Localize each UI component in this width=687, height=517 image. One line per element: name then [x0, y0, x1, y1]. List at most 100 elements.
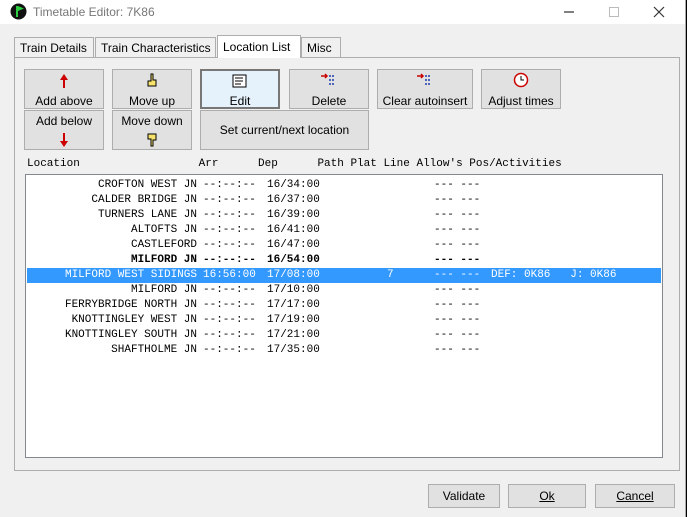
app-icon	[10, 3, 27, 20]
cell-arr: --:--:--	[203, 284, 256, 296]
hand-up-icon	[147, 73, 157, 87]
tab-misc[interactable]: Misc	[301, 37, 341, 57]
cell-arr: --:--:--	[203, 254, 256, 266]
clock-icon	[513, 72, 529, 88]
cell-loc: SHAFTHOLME JN	[111, 344, 197, 356]
cell-allow: --- ---	[434, 284, 481, 296]
maximize-button[interactable]	[591, 0, 636, 24]
cell-act: DEF: 0K86 J: 0K86	[491, 269, 617, 281]
adjust-times-button[interactable]: Adjust times	[481, 69, 561, 109]
list-item[interactable]: MILFORD JN --:--:-- 16/54:00 --- ---	[27, 253, 661, 268]
move-up-button[interactable]: Move up	[112, 69, 192, 109]
add-above-button[interactable]: Add above	[24, 69, 104, 109]
cell-allow: --- ---	[434, 329, 481, 341]
cell-loc: KNOTTINGLEY WEST JN	[71, 314, 197, 326]
move-down-label: Move down	[121, 114, 183, 128]
cell-dep: 16/47:00	[267, 239, 320, 251]
list-item[interactable]: MILFORD WEST SIDINGS 16:56:00 17/08:00 7 ---…	[27, 268, 661, 283]
cell-loc: FERRYBRIDGE NORTH JN	[64, 299, 197, 311]
minimize-button[interactable]	[546, 0, 591, 24]
cell-loc: CASTLEFORD	[130, 239, 197, 251]
tab-train-details[interactable]: Train Details	[14, 37, 94, 57]
cell-dep: 16/34:00	[267, 179, 320, 191]
adjust-times-label: Adjust times	[488, 94, 554, 108]
cell-loc: KNOTTINGLEY SOUTH JN	[64, 329, 197, 341]
arrow-up-icon	[60, 74, 68, 88]
minimize-icon	[563, 11, 574, 13]
list-item[interactable]: TURNERS LANE JN --:--:-- 16/39:00 --- ---	[27, 208, 661, 223]
list-item[interactable]: KNOTTINGLEY SOUTH JN --:--:-- 17/21:00 --- …	[27, 328, 661, 343]
cell-allow: --- ---	[434, 194, 481, 206]
tab-label: Train Details	[20, 41, 87, 55]
cell-dep: 16/41:00	[267, 224, 320, 236]
cell-loc: ALTOFTS JN	[130, 224, 197, 236]
cell-dep: 17/08:00	[267, 269, 320, 281]
maximize-icon	[608, 7, 619, 17]
cell-allow: --- ---	[434, 344, 481, 356]
add-below-label: Add below	[35, 114, 93, 128]
cell-allow: --- ---	[434, 314, 481, 326]
tab-label: Misc	[307, 41, 332, 55]
tab-location-list[interactable]: Location List	[217, 35, 301, 58]
cell-arr: --:--:--	[203, 329, 256, 341]
cell-loc: TURNERS LANE JN	[97, 209, 197, 221]
cell-allow: --- ---	[434, 269, 481, 281]
ok-label: Ok	[539, 489, 555, 503]
cell-allow: --- ---	[434, 239, 481, 251]
delete-label: Delete	[311, 94, 347, 108]
cell-dep: 16/54:00	[267, 254, 320, 266]
delete-button[interactable]: Delete	[289, 69, 369, 109]
cell-allow: --- ---	[434, 209, 481, 221]
edit-button[interactable]: Edit	[200, 69, 280, 109]
validate-button[interactable]: Validate	[428, 484, 500, 508]
edit-label: Edit	[229, 94, 251, 108]
cell-dep: 17/35:00	[267, 344, 320, 356]
list-item[interactable]: ALTOFTS JN --:--:-- 16/41:00 --- ---	[27, 223, 661, 238]
move-down-button[interactable]: Move down	[112, 110, 192, 150]
cell-allow: --- ---	[434, 254, 481, 266]
clear-autoinsert-label: Clear autoinsert	[382, 94, 468, 108]
close-button[interactable]	[636, 0, 681, 24]
list-item[interactable]: MILFORD JN --:--:-- 17/10:00 --- ---	[27, 283, 661, 298]
cell-loc: CROFTON WEST JN	[97, 179, 197, 191]
edit-icon	[232, 74, 247, 88]
list-item[interactable]: SHAFTHOLME JN --:--:-- 17/35:00 --- ---	[27, 343, 661, 358]
cell-arr: --:--:--	[203, 179, 256, 191]
delete-icon	[321, 73, 335, 85]
timetable-editor-window: Timetable Editor: 7K86 Train Details Tra…	[0, 0, 686, 517]
close-icon	[653, 6, 664, 18]
title-bar[interactable]: Timetable Editor: 7K86	[0, 0, 685, 24]
cell-arr: --:--:--	[203, 194, 256, 206]
set-current-next-location-button[interactable]: Set current/next location	[200, 110, 369, 150]
location-listbox[interactable]: CROFTON WEST JN --:--:-- 16/34:00 --- --- CA…	[25, 174, 663, 458]
cell-dep: 17/17:00	[267, 299, 320, 311]
list-item[interactable]: FERRYBRIDGE NORTH JN --:--:-- 17/17:00 --- …	[27, 298, 661, 313]
ok-button[interactable]: Ok	[508, 484, 586, 508]
cancel-button[interactable]: Cancel	[595, 484, 675, 508]
list-header: Location Arr Dep Path Plat Line Allow's …	[27, 158, 562, 170]
cell-dep: 17/19:00	[267, 314, 320, 326]
tab-label: Train Characteristics	[101, 41, 211, 55]
list-item[interactable]: CROFTON WEST JN --:--:-- 16/34:00 --- ---	[27, 178, 661, 193]
cell-plat: 7	[387, 269, 394, 281]
set-current-label: Set current/next location	[219, 123, 350, 137]
clear-autoinsert-button[interactable]: Clear autoinsert	[377, 69, 473, 109]
cell-allow: --- ---	[434, 179, 481, 191]
cell-loc: MILFORD JN	[130, 284, 197, 296]
tab-label: Location List	[223, 40, 291, 54]
cell-allow: --- ---	[434, 299, 481, 311]
cell-arr: --:--:--	[203, 239, 256, 251]
cell-arr: --:--:--	[203, 209, 256, 221]
tab-train-characteristics[interactable]: Train Characteristics	[95, 37, 216, 57]
list-item[interactable]: CASTLEFORD --:--:-- 16/47:00 --- ---	[27, 238, 661, 253]
cancel-label: Cancel	[616, 489, 654, 503]
move-up-label: Move up	[128, 94, 176, 108]
cell-dep: 16/37:00	[267, 194, 320, 206]
cell-dep: 17/21:00	[267, 329, 320, 341]
cell-allow: --- ---	[434, 224, 481, 236]
list-item[interactable]: CALDER BRIDGE JN --:--:-- 16/37:00 --- ---	[27, 193, 661, 208]
cell-arr: --:--:--	[203, 344, 256, 356]
arrow-down-icon	[60, 133, 68, 147]
list-item[interactable]: KNOTTINGLEY WEST JN --:--:-- 17/19:00 --- -…	[27, 313, 661, 328]
add-below-button[interactable]: Add below	[24, 110, 104, 150]
